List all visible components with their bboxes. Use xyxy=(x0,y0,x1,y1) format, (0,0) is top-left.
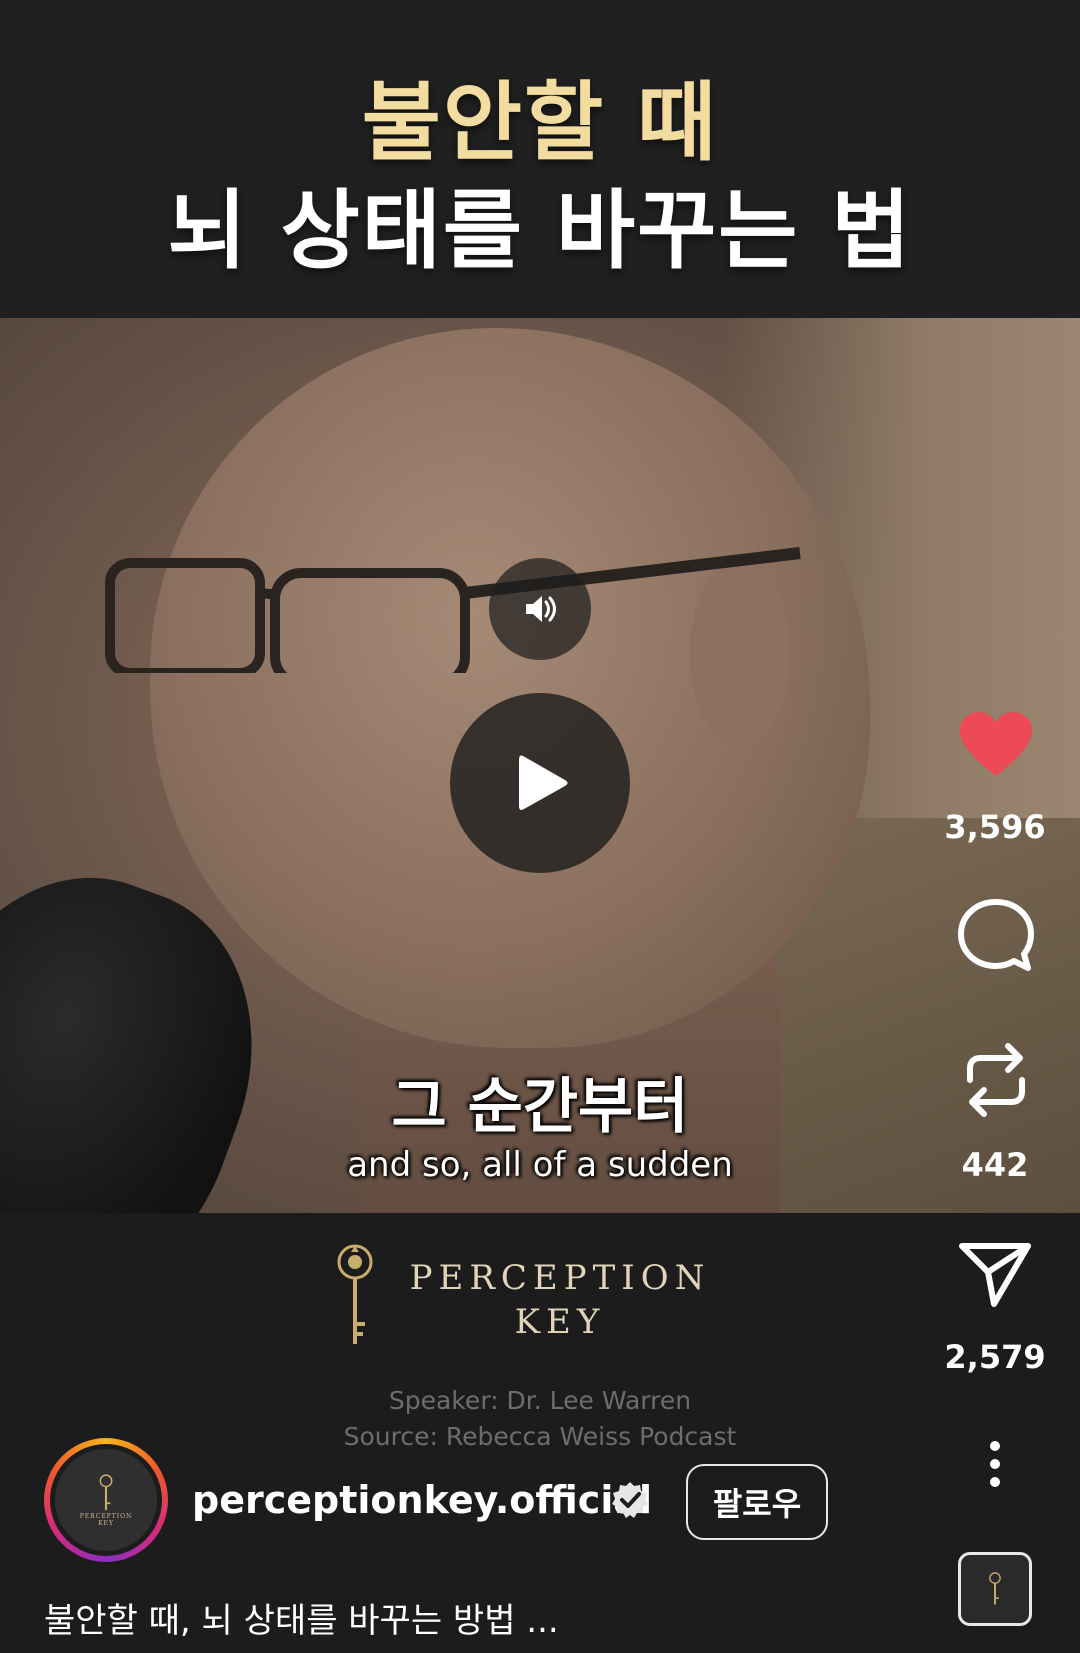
username-link[interactable]: perceptionkey.official xyxy=(192,1478,652,1522)
avatar[interactable]: PERCEPTION KEY xyxy=(55,1449,157,1551)
play-icon xyxy=(519,755,568,810)
like-button[interactable] xyxy=(946,710,1046,780)
repost-icon xyxy=(967,1043,1025,1117)
mute-toggle-button[interactable] xyxy=(489,558,591,660)
brand-name-line-1: PERCEPTION xyxy=(409,1258,711,1298)
share-count: 2,579 xyxy=(944,1338,1046,1376)
avatar-brand-line-2: KEY xyxy=(98,1520,114,1527)
video-subtitle-korean: 그 순간부터 xyxy=(391,1072,689,1142)
comment-icon xyxy=(958,899,1034,971)
key-logo-icon xyxy=(99,1474,113,1511)
more-options-icon[interactable] xyxy=(975,1438,1015,1498)
comment-button[interactable] xyxy=(956,898,1036,974)
send-icon xyxy=(959,1243,1031,1307)
repost-button[interactable] xyxy=(960,1040,1032,1120)
verified-badge-icon xyxy=(612,1482,648,1518)
avatar-brand-line-1: PERCEPTION xyxy=(79,1513,133,1520)
video-glasses xyxy=(105,547,801,673)
like-count: 3,596 xyxy=(944,808,1046,846)
source-credit: Source: Rebecca Weiss Podcast xyxy=(343,1422,737,1451)
title-line-2: 뇌 상태를 바꾸는 법 xyxy=(167,181,913,281)
follow-button[interactable]: 팔로우 xyxy=(686,1464,828,1540)
key-logo-icon xyxy=(989,1572,1001,1605)
title-line-1: 불안할 때 xyxy=(361,73,719,173)
share-button[interactable] xyxy=(958,1240,1034,1310)
speaker-credit: Speaker: Dr. Lee Warren xyxy=(388,1386,692,1415)
heart-icon xyxy=(960,712,1032,776)
repost-count: 442 xyxy=(961,1146,1029,1184)
key-logo-icon xyxy=(337,1244,373,1344)
brand-name-line-2: KEY xyxy=(514,1302,606,1342)
speaker-icon xyxy=(526,596,556,622)
audio-thumbnail-button[interactable] xyxy=(958,1552,1032,1626)
post-caption[interactable]: 불안할 때, 뇌 상태를 바꾸는 방법 ... xyxy=(44,1593,559,1642)
play-button[interactable] xyxy=(450,693,630,873)
video-subtitle-english: and so, all of a sudden xyxy=(347,1145,733,1185)
